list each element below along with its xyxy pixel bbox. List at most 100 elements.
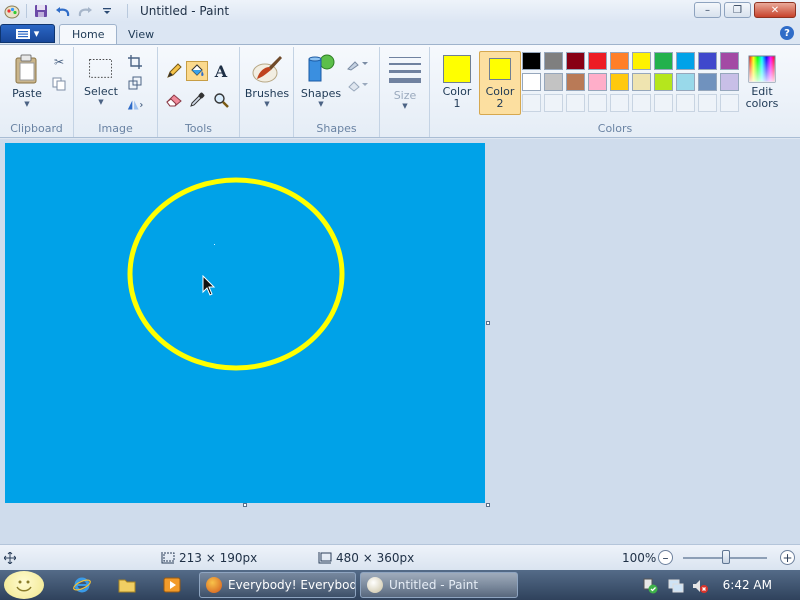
select-label: Select xyxy=(84,85,118,98)
magnifier-icon[interactable] xyxy=(210,90,232,110)
tab-view[interactable]: View xyxy=(116,24,166,44)
palette-swatch[interactable] xyxy=(632,73,651,91)
volume-muted-icon[interactable] xyxy=(690,576,710,596)
outline-icon[interactable] xyxy=(346,55,370,73)
palette-swatch[interactable] xyxy=(654,73,673,91)
customize-toolbar-icon[interactable] xyxy=(99,3,115,19)
line-width-icon xyxy=(389,57,421,83)
palette-swatch[interactable] xyxy=(654,52,673,70)
shapes-button[interactable]: Shapes ▼ xyxy=(300,53,342,108)
copy-icon[interactable] xyxy=(50,75,68,93)
separator xyxy=(127,4,128,18)
palette-swatch[interactable] xyxy=(676,52,695,70)
paste-button[interactable]: Paste ▼ xyxy=(8,53,46,108)
taskbar-item-firefox[interactable]: Everybody! Everybod... xyxy=(199,572,356,598)
resize-icon[interactable] xyxy=(126,74,144,92)
chevron-down-icon: ▼ xyxy=(402,102,408,110)
help-icon[interactable]: ? xyxy=(780,26,794,40)
ribbon: Paste ▼ ✂ Clipboard Select ▼ Image A Too… xyxy=(0,44,800,138)
pencil-icon[interactable] xyxy=(163,61,185,81)
text-tool-icon[interactable]: A xyxy=(210,61,232,81)
zoom-out-button[interactable]: – xyxy=(658,550,673,565)
palette-swatch[interactable] xyxy=(544,73,563,91)
zoom-level-text: 100% xyxy=(622,550,657,565)
brushes-button[interactable]: Brushes ▼ xyxy=(245,53,289,108)
action-center-icon[interactable] xyxy=(640,576,660,596)
tab-home[interactable]: Home xyxy=(59,24,118,44)
palette-custom-slot[interactable] xyxy=(720,94,739,112)
palette-swatch[interactable] xyxy=(522,52,541,70)
palette-custom-slot[interactable] xyxy=(632,94,651,112)
palette-custom-slot[interactable] xyxy=(610,94,629,112)
select-button[interactable]: Select ▼ xyxy=(82,57,120,106)
media-player-icon[interactable] xyxy=(162,575,182,595)
brush-icon xyxy=(252,56,282,83)
rotate-icon[interactable] xyxy=(126,96,144,114)
undo-icon[interactable] xyxy=(55,3,71,19)
palette-swatch[interactable] xyxy=(566,73,585,91)
zoom-slider-thumb[interactable] xyxy=(722,550,730,564)
fill-bucket-icon[interactable] xyxy=(186,61,208,81)
color-picker-icon[interactable] xyxy=(186,90,208,110)
resize-handle-corner[interactable] xyxy=(486,503,490,507)
palette-custom-slot[interactable] xyxy=(522,94,541,112)
color1-button[interactable]: Color 1 xyxy=(436,51,478,115)
canvas-workspace[interactable] xyxy=(0,139,800,544)
file-menu-button[interactable]: ▾ xyxy=(0,24,55,43)
drawing-canvas[interactable] xyxy=(5,143,485,503)
palette-swatch[interactable] xyxy=(610,73,629,91)
palette-swatch[interactable] xyxy=(676,73,695,91)
palette-swatch[interactable] xyxy=(588,52,607,70)
resize-handle-right[interactable] xyxy=(486,321,490,325)
palette-custom-slot[interactable] xyxy=(654,94,673,112)
palette-swatch[interactable] xyxy=(720,52,739,70)
ellipse-shape xyxy=(127,177,345,371)
palette-custom-slot[interactable] xyxy=(676,94,695,112)
eraser-icon[interactable] xyxy=(163,90,185,110)
palette-custom-slot[interactable] xyxy=(566,94,585,112)
close-button[interactable]: ✕ xyxy=(754,2,796,18)
palette-swatch[interactable] xyxy=(698,73,717,91)
palette-swatch[interactable] xyxy=(720,73,739,91)
color2-button[interactable]: Color 2 xyxy=(479,51,521,115)
palette-swatch[interactable] xyxy=(588,73,607,91)
paint-app-icon xyxy=(367,577,383,593)
edit-colors-line2: colors xyxy=(745,97,779,110)
color1-swatch xyxy=(443,55,471,83)
taskbar-item-label: Untitled - Paint xyxy=(389,578,479,592)
palette-swatch[interactable] xyxy=(632,52,651,70)
palette-swatch[interactable] xyxy=(522,73,541,91)
cut-icon[interactable]: ✂ xyxy=(50,53,68,71)
smiley-icon xyxy=(16,580,32,592)
edit-colors-button[interactable]: Edit colors xyxy=(741,51,783,115)
zoom-in-button[interactable]: + xyxy=(780,550,795,565)
palette-swatch[interactable] xyxy=(544,52,563,70)
palette-custom-slot[interactable] xyxy=(698,94,717,112)
chevron-down-icon: ▾ xyxy=(33,27,40,40)
palette-swatch[interactable] xyxy=(566,52,585,70)
color-spectrum-icon xyxy=(748,55,776,83)
internet-explorer-icon[interactable] xyxy=(72,575,92,595)
size-group: Size ▼ xyxy=(380,47,430,137)
crop-icon[interactable] xyxy=(126,53,144,71)
fill-icon[interactable] xyxy=(346,76,370,94)
canvas-dot xyxy=(214,244,215,245)
palette-custom-slot[interactable] xyxy=(588,94,607,112)
redo-icon[interactable] xyxy=(77,3,93,19)
canvas-size-indicator: 480 × 360px xyxy=(318,551,414,565)
canvas-size-icon xyxy=(318,551,332,563)
paint-app-icon[interactable] xyxy=(4,3,20,19)
palette-swatch[interactable] xyxy=(610,52,629,70)
resize-handle-bottom[interactable] xyxy=(243,503,247,507)
selection-size-indicator: 213 × 190px xyxy=(161,551,257,565)
taskbar-item-paint[interactable]: Untitled - Paint xyxy=(360,572,518,598)
network-icon[interactable] xyxy=(666,576,686,596)
palette-swatch[interactable] xyxy=(698,52,717,70)
start-button[interactable] xyxy=(4,571,44,599)
save-icon[interactable] xyxy=(33,3,49,19)
minimize-button[interactable]: – xyxy=(694,2,721,18)
folder-icon[interactable] xyxy=(117,575,137,595)
maximize-button[interactable]: ❐ xyxy=(724,2,751,18)
palette-custom-slot[interactable] xyxy=(544,94,563,112)
size-button[interactable]: Size ▼ xyxy=(386,55,424,110)
